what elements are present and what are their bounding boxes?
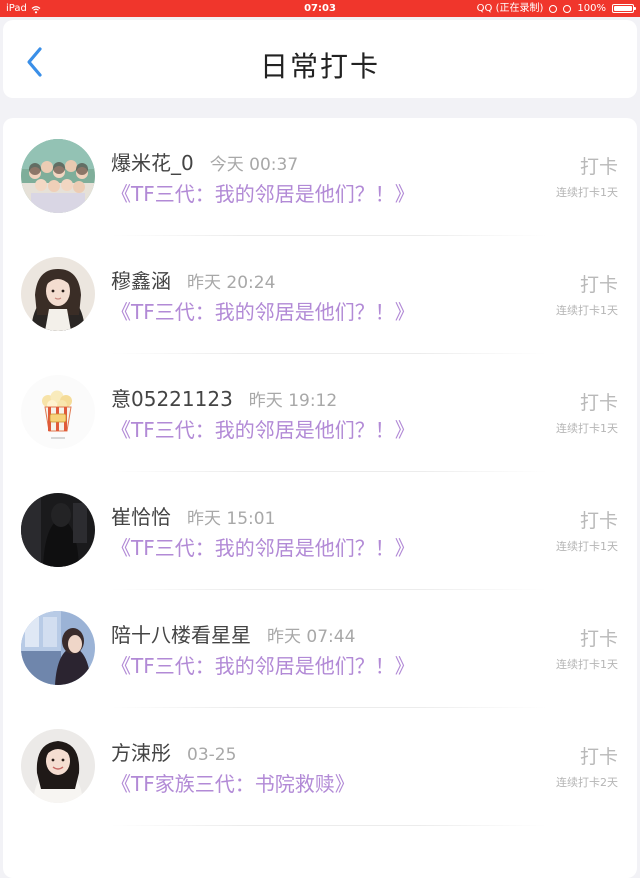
battery-icon bbox=[612, 4, 636, 13]
avatar[interactable] bbox=[21, 729, 95, 803]
book-title-link[interactable]: 《TF三代：我的邻居是他们？！》 bbox=[111, 532, 415, 561]
username-text: 意05221123 bbox=[111, 387, 233, 411]
streak-count: 连续打卡1天 bbox=[556, 422, 618, 435]
smiling-girl-avatar bbox=[21, 729, 95, 803]
username: 爆米花_0 今天 00:37 bbox=[111, 147, 298, 176]
username: 意05221123 昨天 19:12 bbox=[111, 383, 337, 412]
divider bbox=[111, 825, 547, 826]
checkin-button[interactable]: 打卡 bbox=[580, 152, 618, 179]
status-bar: iPad 07:03 QQ (正在录制) 100% bbox=[0, 0, 640, 17]
book-title-link[interactable]: 《TF三代：我的邻居是他们？！》 bbox=[111, 178, 415, 207]
list-item[interactable]: 穆鑫涵 昨天 20:24 《TF三代：我的邻居是他们？！》 打卡 连续打卡1天 bbox=[3, 236, 637, 354]
recording-status: QQ (正在录制) bbox=[476, 3, 544, 14]
page-title: 日常打卡 bbox=[259, 50, 380, 83]
checkin-button[interactable]: 打卡 bbox=[580, 742, 618, 769]
streak-count: 连续打卡1天 bbox=[556, 304, 618, 317]
list-item[interactable]: 崔恰恰 昨天 15:01 《TF三代：我的邻居是他们？！》 打卡 连续打卡1天 bbox=[3, 472, 637, 590]
list-item[interactable]: 陪十八楼看星星 昨天 07:44 《TF三代：我的邻居是他们？！》 打卡 连续打卡… bbox=[3, 590, 637, 708]
streak-count: 连续打卡1天 bbox=[556, 186, 618, 199]
book-title-link[interactable]: 《TF家族三代：书院救赎》 bbox=[111, 768, 355, 797]
list-item[interactable]: 爆米花_0 今天 00:37 《TF三代：我的邻居是他们？！》 打卡 连续打卡1天 bbox=[3, 118, 637, 236]
streak-count: 连续打卡1天 bbox=[556, 658, 618, 671]
screen-lock-icon bbox=[549, 4, 558, 13]
header-bar: 日常打卡 bbox=[3, 20, 637, 98]
checkin-time: 昨天 07:44 bbox=[267, 627, 356, 647]
checkin-time: 昨天 20:24 bbox=[187, 273, 276, 293]
checkin-button[interactable]: 打卡 bbox=[580, 388, 618, 415]
avatar[interactable] bbox=[21, 375, 95, 449]
book-title-link[interactable]: 《TF三代：我的邻居是他们？！》 bbox=[111, 650, 415, 679]
username-text: 陪十八楼看星星 bbox=[111, 623, 251, 647]
list-item[interactable]: 意05221123 昨天 19:12 《TF三代：我的邻居是他们？！》 打卡 连续… bbox=[3, 354, 637, 472]
streak-count: 连续打卡2天 bbox=[556, 776, 618, 789]
group-photo-avatar bbox=[21, 139, 95, 213]
checkin-button[interactable]: 打卡 bbox=[580, 270, 618, 297]
username-text: 崔恰恰 bbox=[111, 505, 171, 529]
popcorn-avatar bbox=[21, 375, 95, 449]
avatar[interactable] bbox=[21, 611, 95, 685]
girl-window-avatar bbox=[21, 611, 95, 685]
checkin-time: 昨天 15:01 bbox=[187, 509, 276, 529]
checkin-time: 昨天 19:12 bbox=[248, 391, 338, 411]
checkin-time: 03-25 bbox=[187, 745, 237, 765]
book-title-link[interactable]: 《TF三代：我的邻居是他们？！》 bbox=[111, 414, 415, 443]
username-text: 方涑彤 bbox=[111, 741, 171, 765]
girl-portrait-avatar bbox=[21, 257, 95, 331]
book-title-link[interactable]: 《TF三代：我的邻居是他们？！》 bbox=[111, 296, 415, 325]
avatar[interactable] bbox=[21, 493, 95, 567]
username-text: 爆米花_0 bbox=[111, 151, 194, 175]
checkin-button[interactable]: 打卡 bbox=[580, 624, 618, 651]
avatar[interactable] bbox=[21, 257, 95, 331]
username: 方涑彤 03-25 bbox=[111, 737, 236, 766]
battery-percent: 100% bbox=[577, 3, 606, 14]
username-text: 穆鑫涵 bbox=[111, 269, 171, 293]
avatar[interactable] bbox=[21, 139, 95, 213]
checkin-button[interactable]: 打卡 bbox=[580, 506, 618, 533]
alarm-icon bbox=[563, 4, 572, 13]
list-item[interactable]: 方涑彤 03-25 《TF家族三代：书院救赎》 打卡 连续打卡2天 bbox=[3, 708, 637, 826]
status-right: QQ (正在录制) 100% bbox=[476, 0, 636, 17]
streak-count: 连续打卡1天 bbox=[556, 540, 618, 553]
checkin-time: 今天 00:37 bbox=[209, 155, 299, 175]
dark-portrait-avatar bbox=[21, 493, 95, 567]
username: 穆鑫涵 昨天 20:24 bbox=[111, 265, 275, 294]
username: 崔恰恰 昨天 15:01 bbox=[111, 501, 275, 530]
username: 陪十八楼看星星 昨天 07:44 bbox=[111, 619, 355, 648]
checkin-list: 爆米花_0 今天 00:37 《TF三代：我的邻居是他们？！》 打卡 连续打卡1天… bbox=[3, 118, 637, 878]
